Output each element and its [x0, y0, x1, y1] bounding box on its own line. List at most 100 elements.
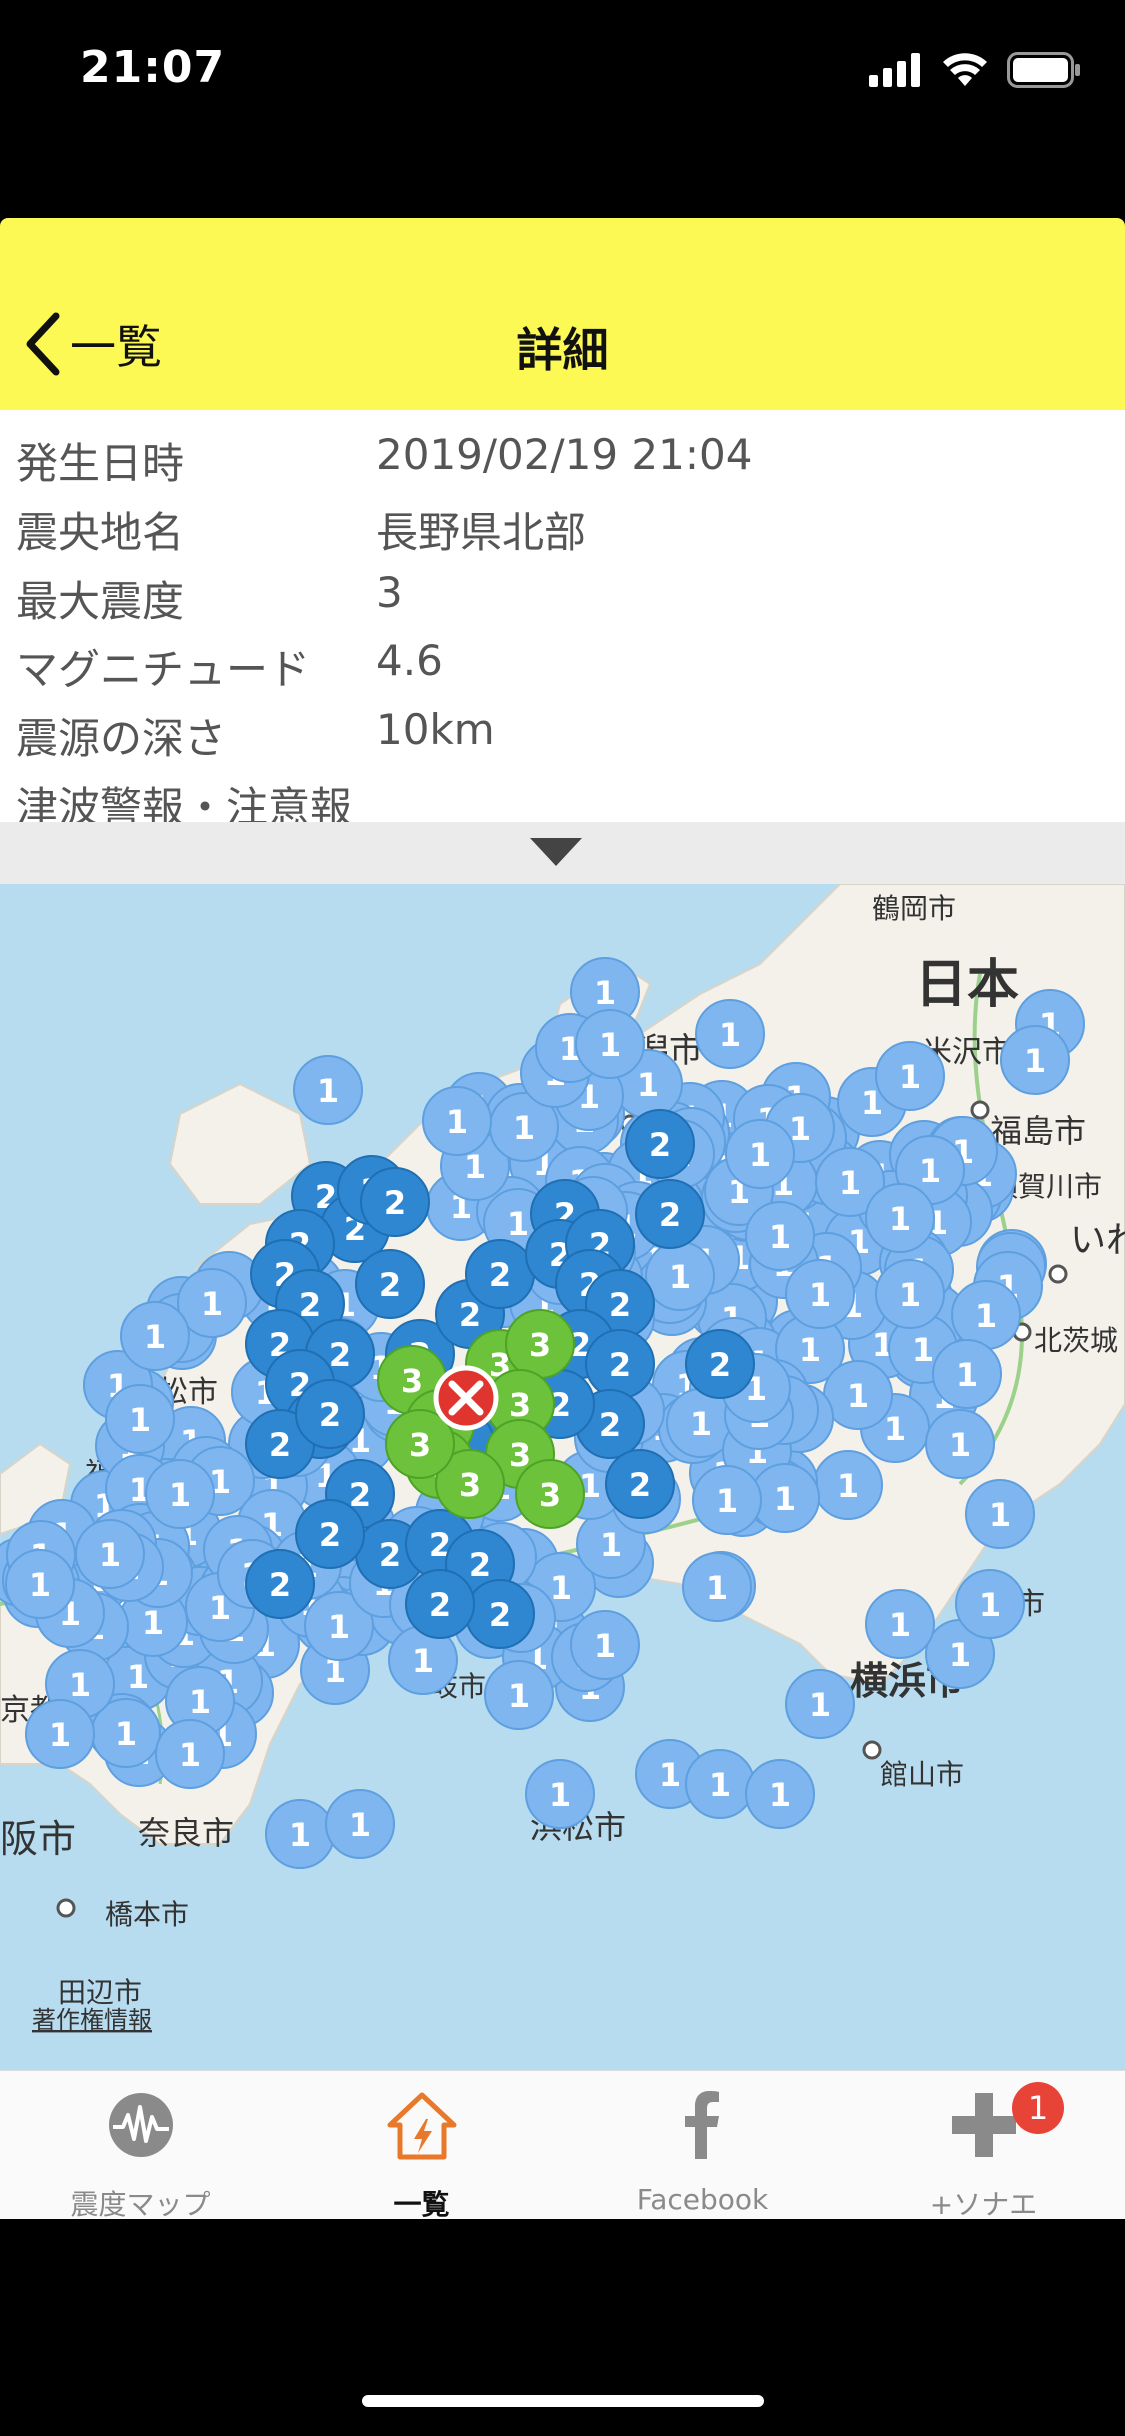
- detail-row-magnitude: マグニチュード 4.6: [0, 624, 1125, 694]
- shindo-1-marker[interactable]: 1: [1000, 1025, 1070, 1095]
- shindo-1-marker[interactable]: 1: [155, 1719, 225, 1789]
- svg-text:1: 1: [949, 1636, 971, 1674]
- svg-text:2: 2: [379, 1536, 401, 1574]
- shindo-2-marker[interactable]: 2: [295, 1499, 365, 1569]
- shindo-1-marker[interactable]: 1: [875, 1041, 945, 1111]
- svg-text:2: 2: [459, 1296, 481, 1334]
- shindo-1-marker[interactable]: 1: [785, 1259, 855, 1329]
- shindo-3-marker[interactable]: 3: [505, 1309, 575, 1379]
- shindo-2-marker[interactable]: 2: [465, 1239, 535, 1309]
- svg-text:3: 3: [401, 1362, 423, 1400]
- svg-text:1: 1: [201, 1285, 223, 1323]
- shindo-2-marker[interactable]: 2: [635, 1179, 705, 1249]
- svg-text:1: 1: [889, 1200, 911, 1238]
- shindo-1-marker[interactable]: 1: [725, 1119, 795, 1189]
- intensity-markers: 11 111111111111111 11111111111111 111111111…: [0, 957, 1085, 1869]
- svg-text:1: 1: [49, 1716, 71, 1754]
- shindo-1-marker[interactable]: 1: [25, 1699, 95, 1769]
- shindo-1-marker[interactable]: 1: [951, 1280, 1021, 1350]
- shindo-1-marker[interactable]: 1: [5, 1549, 75, 1619]
- page-title: 詳細: [516, 323, 609, 377]
- shindo-1-marker[interactable]: 1: [685, 1749, 755, 1819]
- shindo-2-marker[interactable]: 2: [355, 1249, 425, 1319]
- svg-text:3: 3: [459, 1466, 481, 1504]
- battery-icon: [1007, 52, 1080, 88]
- shindo-1-marker[interactable]: 1: [692, 1465, 762, 1535]
- shindo-1-marker[interactable]: 1: [265, 1799, 335, 1869]
- shindo-1-marker[interactable]: 1: [955, 1569, 1025, 1639]
- shindo-1-marker[interactable]: 1: [785, 1669, 855, 1739]
- shindo-2-marker[interactable]: 2: [585, 1329, 655, 1399]
- map-canvas[interactable]: 鶴岡市日本米沢市潟市福島市須賀川市いわ北茨城柏崎市小松市福井京都市奈良市阪市橋本…: [0, 884, 1125, 2070]
- shindo-1-marker[interactable]: 1: [575, 1009, 645, 1079]
- svg-text:1: 1: [659, 1756, 681, 1794]
- shindo-1-marker[interactable]: 1: [422, 1086, 492, 1156]
- shindo-2-marker[interactable]: 2: [245, 1549, 315, 1619]
- shindo-1-marker[interactable]: 1: [645, 1241, 715, 1311]
- land-mass: [168, 1082, 312, 1205]
- shindo-1-marker[interactable]: 1: [570, 1610, 640, 1680]
- shindo-1-marker[interactable]: 1: [823, 1360, 893, 1430]
- shindo-2-marker[interactable]: 2: [465, 1579, 535, 1649]
- copyright-link[interactable]: 著作権情報: [32, 2006, 152, 2034]
- shindo-3-marker[interactable]: 3: [515, 1459, 585, 1529]
- epicenter-marker[interactable]: [433, 1365, 499, 1431]
- shindo-1-marker[interactable]: 1: [525, 1759, 595, 1829]
- tab-list[interactable]: 一覧: [281, 2071, 562, 2221]
- shindo-1-marker[interactable]: 1: [145, 1459, 215, 1529]
- tab-sonae[interactable]: +ソナエ: [843, 2071, 1124, 2221]
- status-time: 21:07: [80, 42, 226, 93]
- tab-label: Facebook: [636, 2183, 769, 2216]
- shindo-1-marker[interactable]: 1: [865, 1183, 935, 1253]
- shindo-2-marker[interactable]: 2: [360, 1167, 430, 1237]
- svg-text:2: 2: [429, 1586, 451, 1624]
- place-label: 阪市: [0, 1817, 76, 1861]
- shindo-1-marker[interactable]: 1: [293, 1055, 363, 1125]
- tab-intensity-map[interactable]: 震度マップ: [0, 2071, 281, 2221]
- svg-text:1: 1: [837, 1467, 859, 1505]
- place-label: 北茨城: [1034, 1324, 1118, 1357]
- svg-text:1: 1: [774, 1480, 796, 1518]
- intensity-map[interactable]: 鶴岡市日本米沢市潟市福島市須賀川市いわ北茨城柏崎市小松市福井京都市奈良市阪市橋本…: [0, 884, 1125, 2070]
- collapse-toggle[interactable]: [0, 822, 1125, 884]
- shindo-1-marker[interactable]: 1: [925, 1409, 995, 1479]
- svg-text:1: 1: [69, 1666, 91, 1704]
- shindo-1-marker[interactable]: 1: [965, 1479, 1035, 1549]
- svg-text:1: 1: [899, 1058, 921, 1096]
- shindo-1-marker[interactable]: 1: [484, 1660, 554, 1730]
- shindo-1-marker[interactable]: 1: [745, 1201, 815, 1271]
- shindo-1-marker[interactable]: 1: [695, 999, 765, 1069]
- svg-text:1: 1: [637, 1066, 659, 1104]
- svg-text:1: 1: [709, 1766, 731, 1804]
- svg-text:2: 2: [609, 1286, 631, 1324]
- shindo-1-marker[interactable]: 1: [120, 1301, 190, 1371]
- shindo-1-marker[interactable]: 1: [932, 1339, 1002, 1409]
- shindo-2-marker[interactable]: 2: [405, 1569, 475, 1639]
- detail-label: 震央地名: [16, 508, 185, 557]
- shindo-2-marker[interactable]: 2: [605, 1449, 675, 1519]
- svg-text:1: 1: [289, 1816, 311, 1854]
- shindo-1-marker[interactable]: 1: [682, 1552, 752, 1622]
- shindo-2-marker[interactable]: 2: [625, 1109, 695, 1179]
- place-label: 館山市: [880, 1758, 964, 1791]
- tab-facebook[interactable]: Facebook: [562, 2071, 843, 2219]
- place-label: 鶴岡市: [872, 892, 956, 925]
- shindo-2-marker[interactable]: 2: [685, 1329, 755, 1399]
- shindo-1-marker[interactable]: 1: [105, 1384, 175, 1454]
- shindo-1-marker[interactable]: 1: [875, 1259, 945, 1329]
- nav-bar: 一覧 詳細: [0, 218, 1125, 410]
- svg-text:1: 1: [349, 1806, 371, 1844]
- place-label: 福島市: [990, 1112, 1086, 1150]
- shindo-2-marker[interactable]: 2: [295, 1379, 365, 1449]
- svg-text:1: 1: [594, 1627, 616, 1665]
- shindo-1-marker[interactable]: 1: [75, 1519, 145, 1589]
- city-dot: [970, 1100, 990, 1120]
- shindo-1-marker[interactable]: 1: [745, 1759, 815, 1829]
- svg-text:2: 2: [469, 1546, 491, 1584]
- shindo-1-marker[interactable]: 1: [865, 1589, 935, 1659]
- shindo-1-marker[interactable]: 1: [325, 1789, 395, 1859]
- place-label: 日本: [915, 955, 1019, 1015]
- home-indicator[interactable]: [362, 2395, 764, 2407]
- shindo-1-marker[interactable]: 1: [813, 1450, 883, 1520]
- svg-text:1: 1: [99, 1536, 121, 1574]
